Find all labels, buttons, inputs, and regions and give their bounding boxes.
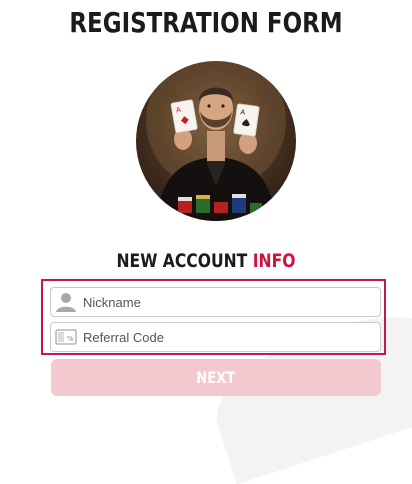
nickname-input[interactable] [83,288,373,316]
referral-code-input[interactable] [83,323,373,351]
next-button[interactable]: NEXT [51,359,381,396]
section-title-main: NEW ACCOUNT [116,250,248,272]
section-title-accent: INFO [252,250,296,272]
poker-player-illustration: A A [146,61,286,221]
poker-player-avatar: A A [136,61,296,221]
section-title: NEW ACCOUNT INFO [37,250,375,272]
svg-text:%: % [67,335,74,343]
next-button-label: NEXT [196,368,236,387]
user-icon [55,291,77,313]
referral-ticket-icon: % [55,326,77,348]
page-title: REGISTRATION FORM [69,6,343,39]
nickname-field[interactable] [50,287,381,317]
referral-code-field[interactable]: % [50,322,381,352]
